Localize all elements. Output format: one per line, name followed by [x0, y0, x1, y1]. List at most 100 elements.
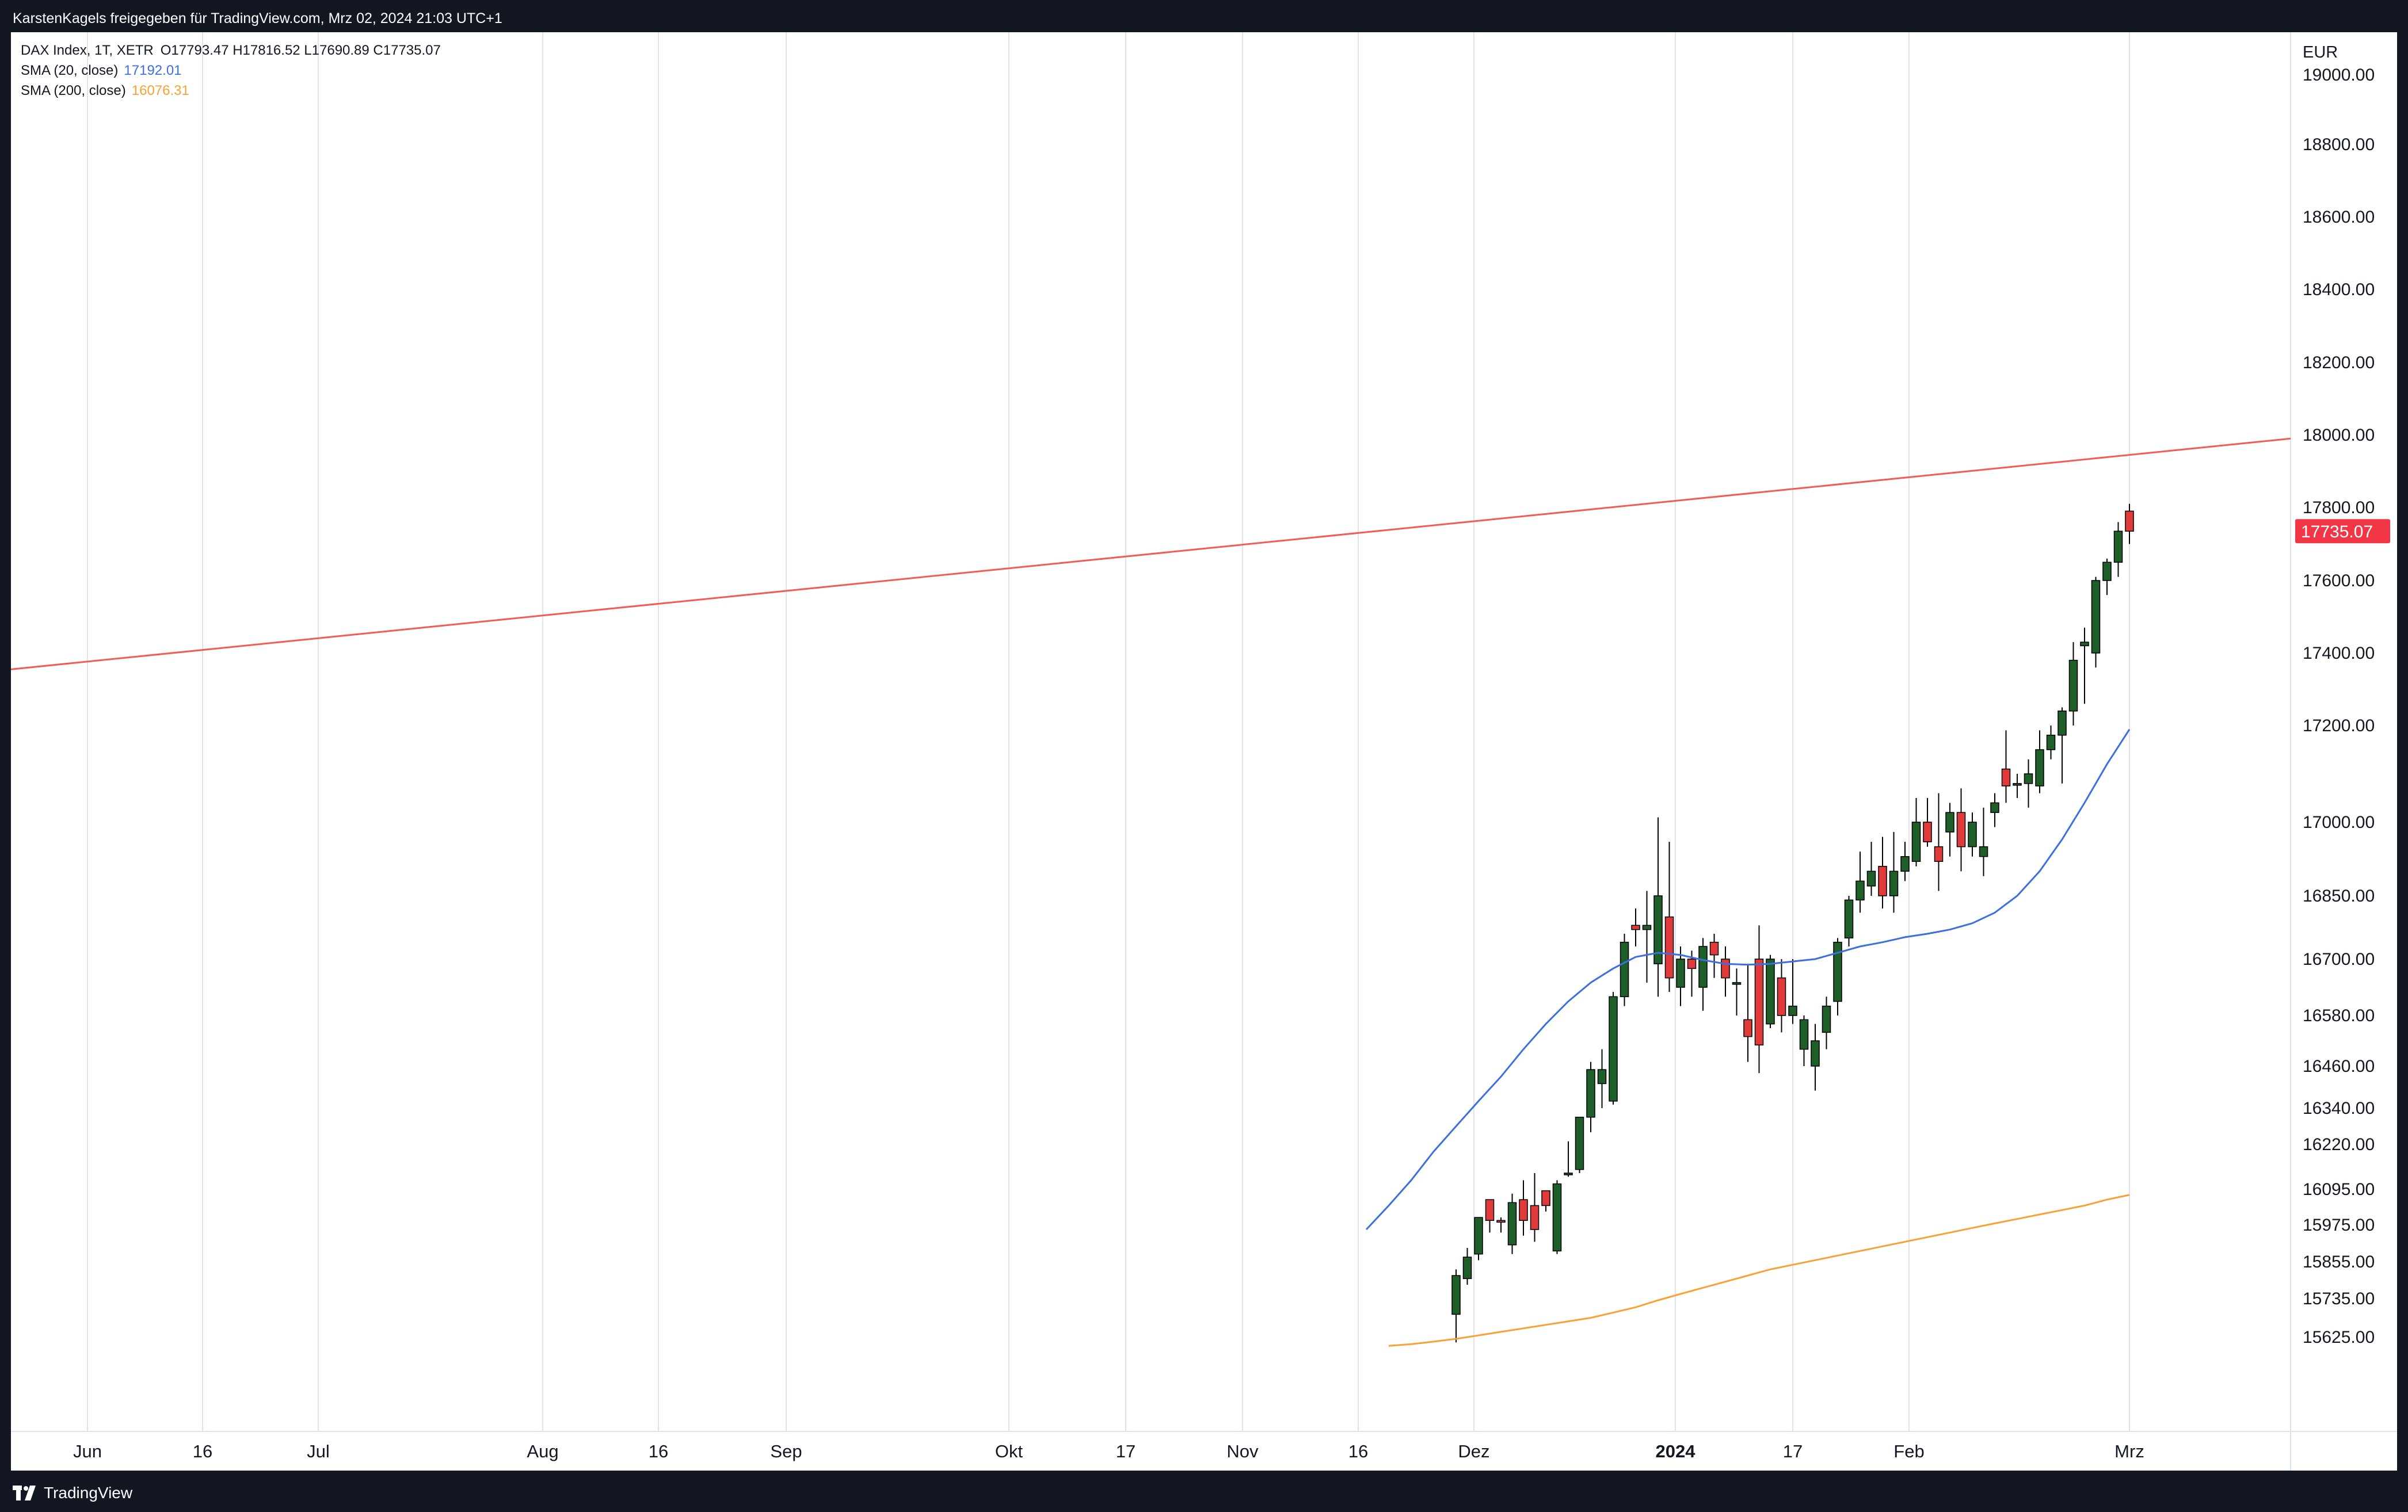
candle-body-1	[2113, 530, 2123, 563]
candle-body-50	[1564, 1173, 1573, 1175]
candle-body-41	[1664, 916, 1674, 979]
legend-sma20-row[interactable]: SMA (20, close) 17192.01	[21, 60, 441, 81]
candle-body-52	[1541, 1190, 1550, 1206]
candle-body-25	[1844, 899, 1854, 939]
candle-body-19	[1911, 822, 1921, 862]
chart-legend: DAX Index, 1T, XETR O17793.47 H17816.52 L…	[21, 40, 441, 101]
legend-symbol-row: DAX Index, 1T, XETR O17793.47 H17816.52 L…	[21, 40, 441, 60]
x-tick-label-2: Jul	[307, 1441, 330, 1461]
candle-body-44	[1631, 925, 1640, 930]
y-tick-label-11: 16850.00	[2303, 887, 2375, 906]
y-tick-label-0: 19000.00	[2303, 66, 2375, 85]
candle-body-22	[1878, 866, 1887, 896]
candle-body-13	[1979, 846, 1988, 857]
legend-sma200-label: SMA (200, close)	[21, 83, 126, 98]
candle-body-10	[2013, 783, 2022, 786]
x-tick-label-1: 16	[193, 1441, 212, 1461]
y-tick-label-20: 15735.00	[2303, 1289, 2375, 1308]
candle-body-18	[1923, 822, 1932, 842]
x-tick-label-8: Nov	[1226, 1441, 1259, 1461]
x-tick-label-9: 16	[1348, 1441, 1368, 1461]
currency-label: EUR	[2303, 43, 2338, 62]
y-tick-label-8: 17400.00	[2303, 644, 2375, 663]
sma200-line	[1388, 1194, 2130, 1347]
x-tick-label-3: Aug	[527, 1441, 558, 1461]
legend-sma200-row[interactable]: SMA (200, close) 16076.31	[21, 81, 441, 101]
y-tick-label-9: 17200.00	[2303, 716, 2375, 735]
resistance-trendline	[11, 437, 2291, 670]
candle-body-27	[1822, 1005, 1831, 1033]
candle-body-35	[1732, 982, 1742, 985]
x-tick-label-11: 2024	[1656, 1441, 1696, 1461]
candle-body-33	[1754, 959, 1764, 1046]
y-tick-label-18: 15975.00	[2303, 1216, 2375, 1235]
legend-ohlc: O17793.47 H17816.52 L17690.89 C17735.07	[160, 43, 441, 58]
candle-body-23	[1866, 870, 1876, 887]
candle-body-40	[1676, 959, 1685, 988]
y-tick-label-10: 17000.00	[2303, 813, 2375, 832]
y-tick-label-4: 18200.00	[2303, 353, 2375, 372]
y-tick-label-14: 16460.00	[2303, 1057, 2375, 1076]
x-tick-label-5: Sep	[770, 1441, 802, 1461]
x-tick-label-14: Mrz	[2114, 1441, 2144, 1461]
tradingview-logo-icon	[13, 1486, 36, 1500]
candle-body-46	[1609, 996, 1618, 1102]
y-tick-label-17: 16095.00	[2303, 1180, 2375, 1199]
candle-body-47	[1597, 1069, 1607, 1085]
candle-body-9	[2024, 773, 2033, 784]
candle-body-56	[1496, 1220, 1506, 1223]
legend-sma20-label: SMA (20, close)	[21, 63, 119, 78]
candle-body-7	[2046, 735, 2056, 750]
tradingview-brand[interactable]: TradingView	[13, 1480, 132, 1506]
candle-body-14	[1968, 822, 1977, 847]
candle-body-49	[1575, 1117, 1584, 1170]
x-tick-label-6: Okt	[995, 1441, 1023, 1461]
candle-body-34	[1743, 1019, 1752, 1037]
candle-body-6	[2058, 711, 2067, 736]
attribution-text: KarstenKagels freigegeben für TradingVie…	[13, 10, 502, 26]
x-tick-label-10: Dez	[1458, 1441, 1489, 1461]
candle-body-2	[2102, 562, 2112, 581]
y-tick-label-21: 15625.00	[2303, 1328, 2375, 1347]
candle-body-16	[1945, 812, 1954, 833]
candle-body-31	[1777, 977, 1786, 1016]
candle-body-5	[2068, 659, 2078, 712]
candle-body-55	[1507, 1202, 1517, 1246]
candle-body-0	[2125, 510, 2134, 532]
candle-body-37	[1709, 941, 1719, 956]
candle-body-30	[1788, 1005, 1797, 1016]
candle-body-8	[2035, 749, 2044, 786]
y-tick-label-6: 17800.00	[2303, 498, 2375, 517]
last-price-label: 17735.07	[2301, 522, 2373, 541]
candle-body-43	[1642, 925, 1652, 930]
y-tick-label-3: 18400.00	[2303, 280, 2375, 299]
y-tick-label-15: 16340.00	[2303, 1099, 2375, 1118]
candle-body-57	[1485, 1199, 1495, 1221]
y-tick-label-2: 18600.00	[2303, 208, 2375, 227]
candlestick-chart[interactable]: EUR 19000.00 18800.00 18600.00 18400.00 18200…	[11, 32, 2397, 1471]
x-tick-label-7: 17	[1116, 1441, 1136, 1461]
candle-body-24	[1855, 880, 1865, 901]
x-tick-label-0: Jun	[73, 1441, 102, 1461]
candle-body-53	[1530, 1205, 1540, 1230]
candle-body-54	[1519, 1199, 1528, 1221]
x-tick-label-12: 17	[1783, 1441, 1803, 1461]
x-tick-label-13: Feb	[1893, 1441, 1924, 1461]
candle-body-28	[1811, 1040, 1820, 1067]
legend-sma20-value: 17192.01	[124, 63, 182, 78]
chart-panel[interactable]: EUR 19000.00 18800.00 18600.00 18400.00 18200…	[11, 32, 2397, 1471]
candle-body-48	[1586, 1069, 1595, 1118]
legend-sma200-value: 16076.31	[131, 83, 189, 98]
candle-body-12	[1990, 802, 1999, 813]
y-tick-label-13: 16580.00	[2303, 1006, 2375, 1025]
y-tick-label-1: 18800.00	[2303, 135, 2375, 154]
candle-body-38	[1698, 946, 1708, 988]
candle-body-39	[1687, 959, 1697, 969]
candle-body-11	[2001, 768, 2011, 786]
candle-body-4	[2080, 642, 2089, 647]
candle-body-21	[1889, 870, 1899, 896]
candle-body-60	[1451, 1275, 1461, 1315]
candle-body-32	[1766, 959, 1775, 1025]
y-tick-label-16: 16220.00	[2303, 1135, 2375, 1154]
candle-body-3	[2091, 580, 2101, 654]
